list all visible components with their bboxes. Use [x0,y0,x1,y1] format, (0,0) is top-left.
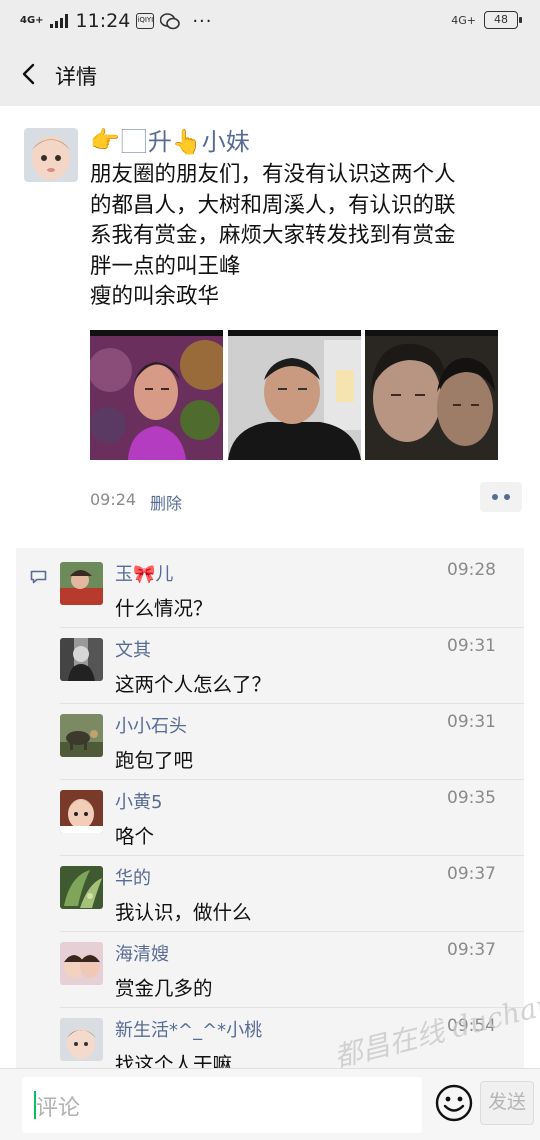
commenter-name[interactable]: 海清嫂 [115,940,169,966]
post-line: 胖一点的叫王峰 [90,253,241,279]
author-name-text: 升👆小妹 [147,128,250,156]
comment-text: 赏金几多的 [115,977,213,1000]
post-photo-3[interactable] [365,330,498,460]
comment-time: 09:31 [447,636,496,656]
delete-link[interactable]: 删除 [150,490,182,514]
commenter-name[interactable]: 新生活*^_^*小桃 [115,1016,262,1042]
skin-tone-icon: 🏻 [121,125,146,154]
post-photo-2[interactable] [228,330,361,460]
page-title: 详情 [55,65,97,89]
network-type-right: 4G+ [451,13,476,27]
comment-row[interactable]: 文其 09:31 这两个人怎么了？ [16,628,524,704]
post-time: 09:24 [90,490,137,509]
post-text: 朋友圈的朋友们，有没有认识这两个人 的都昌人，大树和周溪人，有认识的联 系我有赏… [90,160,530,313]
commenter-avatar[interactable] [60,1018,103,1061]
comment-row[interactable]: 小黄5 09:35 咯个 [16,780,524,856]
signal-icon [49,14,68,28]
dot-icon [504,494,510,500]
commenter-name[interactable]: 华的 [115,864,151,890]
title-bar: 详情 [0,44,540,106]
author-avatar[interactable] [24,128,78,182]
commenter-avatar[interactable] [60,942,103,985]
status-time: 11:24 [75,10,131,32]
more-options-button[interactable] [480,482,522,512]
more-icon: ··· [192,10,213,32]
status-right: 4G+ 48 [451,11,522,29]
send-button[interactable]: 发送 [480,1081,534,1125]
post-line: 瘦的叫余政华 [90,284,220,309]
chevron-left-icon[interactable] [20,63,38,85]
comment-text: 我认识，做什么 [115,901,252,924]
comment-row[interactable]: 海清嫂 09:37 赏金几多的 [16,932,524,1008]
comment-text: 什么情况？ [115,597,213,620]
comment-input-bar: 评论 发送 [0,1068,540,1140]
post-photo-1[interactable] [90,330,223,460]
comment-text: 找这个人干嘛 [115,1053,233,1068]
comment-time: 09:37 [447,864,496,884]
input-placeholder: 评论 [36,1096,81,1121]
status-left: 4G+ 11:24 iQIYI ··· [20,10,212,32]
post-line: 的都昌人，大树和周溪人，有认识的联 [90,192,456,218]
comment-row[interactable]: 华的 09:37 我认识，做什么 [16,856,524,932]
commenter-name[interactable]: 文其 [115,636,151,662]
network-type: 4G+ [20,15,44,26]
comment-time: 09:37 [447,940,496,960]
wechat-icon [160,12,181,29]
status-bar: 4G+ 11:24 iQIYI ··· 4G+ 48 [0,0,540,44]
comment-time: 09:54 [447,1016,496,1036]
moment-post: 👉 🏻 升👆小妹 朋友圈的朋友们，有没有认识这两个人 的都昌人，大树和周溪人，有… [0,106,540,1068]
battery-icon: 48 [484,11,522,29]
commenter-name[interactable]: 小小石头 [115,712,187,738]
pointing-hand-icon: 👉 [90,125,120,154]
comment-row[interactable]: 新生活*^_^*小桃 09:54 找这个人干嘛 [16,1008,524,1068]
dot-icon [492,494,498,500]
comment-text: 跑包了吧 [115,749,194,772]
comments-section: 玉🎀儿 09:28 什么情况？ 文其 09:31 这两个人怎么了？ 小小石头 0… [16,548,524,1068]
post-line: 朋友圈的朋友们，有没有认识这两个人 [90,162,456,187]
commenter-avatar[interactable] [60,714,103,757]
comment-input[interactable]: 评论 [22,1077,422,1133]
commenter-avatar[interactable] [60,638,103,681]
author-name[interactable]: 👉 🏻 升👆小妹 [90,122,250,157]
comment-text: 这两个人怎么了？ [115,673,272,696]
comment-time: 09:28 [447,560,496,580]
emoji-icon[interactable] [434,1083,474,1123]
commenter-avatar[interactable] [60,562,103,605]
comment-text: 咯个 [115,825,155,848]
comment-time: 09:31 [447,712,496,732]
comment-row[interactable]: 玉🎀儿 09:28 什么情况？ [16,552,524,628]
iqiyi-icon: iQIYI [136,13,155,29]
comment-row[interactable]: 小小石头 09:31 跑包了吧 [16,704,524,780]
commenter-name[interactable]: 小黄5 [115,788,162,814]
commenter-avatar[interactable] [60,790,103,833]
commenter-name[interactable]: 玉🎀儿 [115,560,173,586]
post-line: 系我有赏金，麻烦大家转发找到有赏金 [90,223,456,248]
commenter-avatar[interactable] [60,866,103,909]
comment-time: 09:35 [447,788,496,808]
